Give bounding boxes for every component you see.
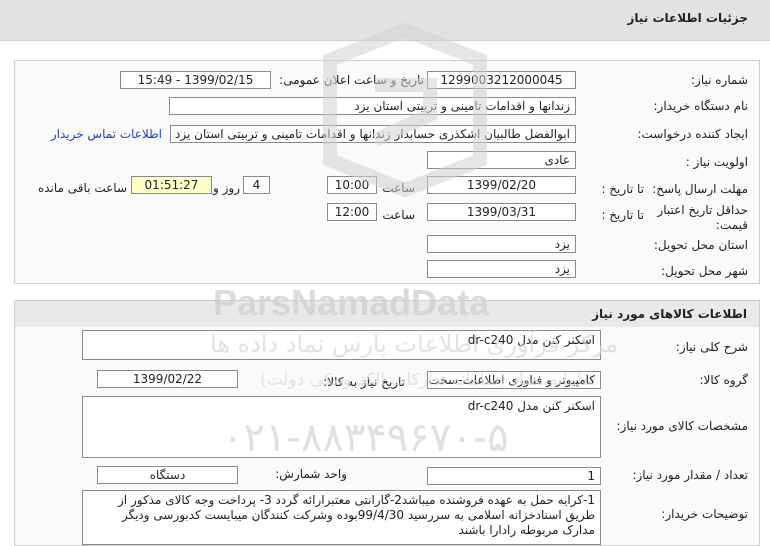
goods-group-field: کامپیوتر و فناوری اطلاعات-سخت افزار — [427, 371, 601, 389]
spec-label: مشخصات کالای مورد نیاز: — [616, 419, 748, 433]
days-remaining-field: 4 — [243, 176, 270, 194]
unit-field: دستگاه — [97, 466, 238, 484]
buyer-field: زندانها و اقدامات تامینی و تربیتی استان … — [169, 97, 576, 115]
buyer-notes-label: توضیحات خریدار: — [661, 507, 748, 521]
need-date-label: تاریخ نیاز به کالا: — [323, 375, 405, 389]
days-label: روز و — [213, 181, 240, 195]
province-label: استان محل تحویل: — [653, 238, 748, 252]
city-field: یزد — [427, 260, 576, 278]
price-validity-label: حداقل تاریخ اعتبار قیمت: — [657, 203, 748, 232]
validity-time-field: 12:00 — [327, 203, 377, 221]
buyer-label: نام دستگاه خریدار: — [653, 99, 749, 113]
deadline-time-field: 10:00 — [327, 176, 377, 194]
time-remaining-field: 01:51:27 — [131, 176, 212, 194]
validity-to-date-label: تا تاریخ : — [601, 208, 644, 222]
goods-group-label: گروه کالا: — [699, 373, 749, 387]
creator-label: ایجاد کننده درخواست: — [637, 127, 748, 141]
buyer-contact-link[interactable]: اطلاعات تماس خریدار — [51, 127, 162, 141]
announce-field: 1399/02/15 - 15:49 — [120, 71, 271, 89]
need-date-field: 1399/02/22 — [97, 370, 238, 388]
city-label: شهر محل تحویل: — [661, 264, 748, 278]
priority-field: عادی — [427, 151, 576, 169]
time-remaining-label: ساعت باقی مانده — [37, 181, 127, 195]
summary-label: شرح کلی نیاز: — [675, 340, 748, 354]
deadline-label: مهلت ارسال پاسخ: — [652, 182, 748, 196]
page-header: جزئیات اطلاعات نیاز — [0, 0, 770, 41]
validity-time-label: ساعت — [382, 208, 415, 222]
province-field: یزد — [427, 235, 576, 253]
announce-label: تاریخ و ساعت اعلان عمومی: — [279, 73, 424, 87]
summary-field: اسکنر کنن مدل dr-c240 — [82, 330, 601, 360]
need-number-field: 1299003212000045 — [427, 71, 576, 89]
page-title: جزئیات اطلاعات نیاز — [627, 11, 748, 25]
deadline-to-date-label: تا تاریخ : — [601, 182, 644, 196]
validity-date-field: 1399/03/31 — [427, 203, 576, 221]
need-info-panel — [14, 60, 760, 284]
quantity-field: 1 — [427, 467, 601, 485]
deadline-date-field: 1399/02/20 — [427, 176, 576, 194]
buyer-notes-field: 1-کرایه حمل به عهده فروشنده میباشد2-گارا… — [82, 490, 601, 545]
creator-field: ابوالفضل طالبیان اشکذری حسابدار زندانها … — [170, 125, 576, 143]
unit-label: واحد شمارش: — [275, 467, 347, 481]
need-number-label: شماره نیاز: — [691, 73, 748, 87]
priority-label: اولویت نیاز : — [685, 155, 748, 169]
goods-section-title: اطلاعات کالاهای مورد نیاز — [592, 307, 747, 321]
spec-field: اسکنر کنن مدل dr-c240 — [82, 396, 601, 458]
goods-section-header: اطلاعات کالاهای مورد نیاز — [14, 300, 760, 328]
quantity-label: تعداد / مقدار مورد نیاز: — [632, 468, 748, 482]
deadline-time-label: ساعت — [382, 181, 415, 195]
